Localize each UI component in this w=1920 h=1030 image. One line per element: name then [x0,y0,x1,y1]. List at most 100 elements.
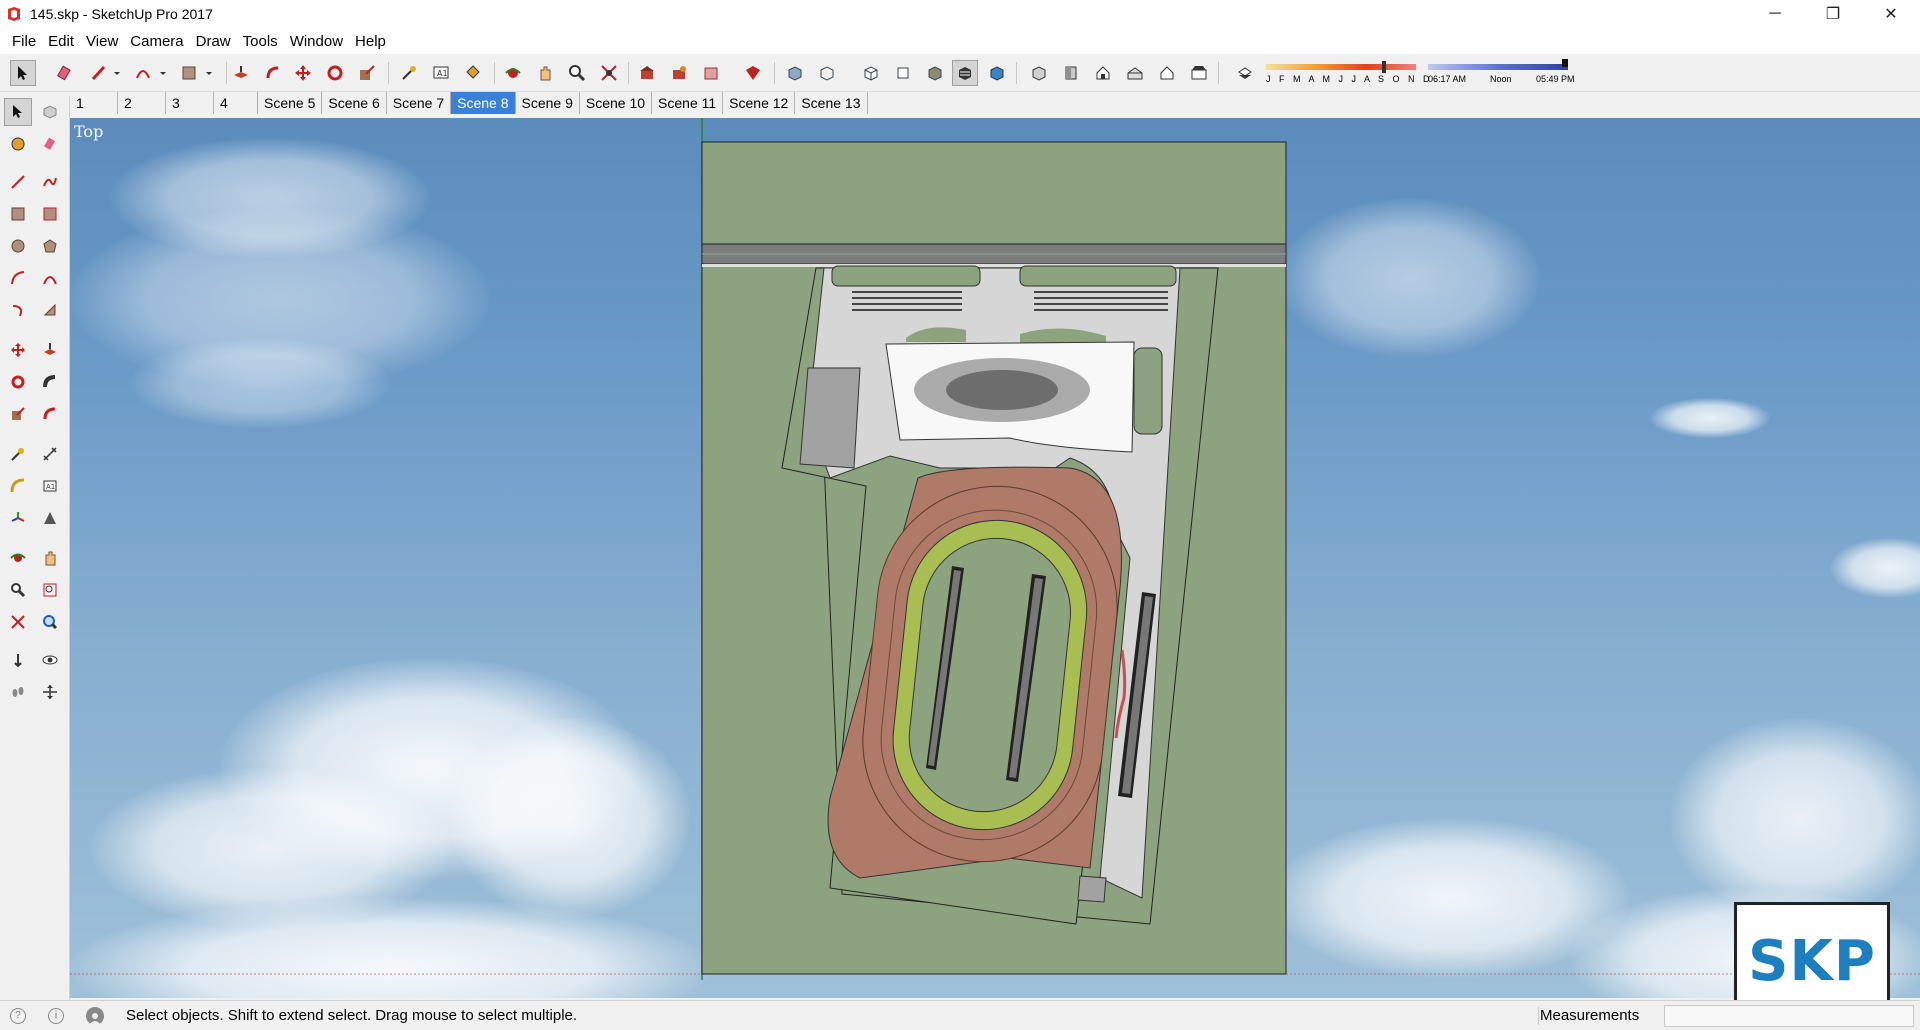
time-slider-track[interactable] [1428,64,1568,70]
move-icon[interactable] [4,336,32,364]
pie-icon[interactable] [36,296,64,324]
eraser-tool-icon[interactable] [52,60,78,86]
shaded-style-icon[interactable] [890,60,916,86]
paint-bucket-tool-icon[interactable] [460,60,486,86]
section-plane-icon[interactable] [36,678,64,706]
push-pull-tool-icon[interactable] [228,60,254,86]
zoom-extents-tool-icon[interactable] [596,60,622,86]
scene-tab[interactable]: Scene 9 [516,92,580,114]
monochrome-style-icon[interactable] [952,60,978,86]
scene-tab[interactable]: Scene 12 [723,92,796,114]
pan-tool-icon[interactable] [532,60,558,86]
left-view-icon[interactable] [1186,60,1212,86]
top-view-icon[interactable] [1058,60,1084,86]
pan-icon[interactable] [36,544,64,572]
eraser-icon[interactable] [36,130,64,158]
menu-camera[interactable]: Camera [124,33,189,50]
scene-tab[interactable]: Scene 11 [652,92,724,114]
menu-edit[interactable]: Edit [42,33,80,50]
scene-tab[interactable]: 4 [214,92,258,114]
line-dropdown-icon[interactable] [104,60,130,86]
select-tool-icon[interactable] [10,60,36,86]
menu-view[interactable]: View [80,33,124,50]
scene-tab[interactable]: Scene 7 [387,92,452,114]
model-viewport[interactable]: Top [70,118,1920,998]
date-slider-track[interactable] [1266,64,1416,70]
scene-tab[interactable]: 2 [118,92,166,114]
position-camera-icon[interactable] [4,646,32,674]
zoom-extents-icon[interactable] [4,608,32,636]
zoom-icon[interactable] [4,576,32,604]
3d-warehouse-icon[interactable] [634,60,660,86]
xray-style-icon[interactable] [782,60,808,86]
two-point-arc-icon[interactable] [36,264,64,292]
tape-measure-tool-icon[interactable] [396,60,422,86]
select-icon[interactable] [4,98,32,126]
tape-measure-icon[interactable] [4,440,32,468]
offset-icon[interactable] [36,400,64,428]
user-account-icon[interactable] [86,1006,104,1025]
scene-tab[interactable]: 3 [166,92,214,114]
circle-icon[interactable] [4,232,32,260]
restore-button[interactable]: ❐ [1804,0,1862,28]
freehand-icon[interactable] [36,168,64,196]
shape-dropdown-icon[interactable] [196,60,222,86]
wireframe-style-icon[interactable] [814,60,840,86]
rotated-rectangle-icon[interactable] [36,200,64,228]
time-slider-thumb[interactable] [1562,59,1568,67]
look-around-icon[interactable] [36,646,64,674]
extension-warehouse-icon[interactable] [740,60,766,86]
follow-me-icon[interactable] [36,368,64,396]
axes-icon[interactable] [4,504,32,532]
iso-view-icon[interactable] [1026,60,1052,86]
date-slider-thumb[interactable] [1382,61,1386,73]
menu-help[interactable]: Help [349,33,392,50]
measurements-input[interactable] [1664,1005,1914,1027]
zoom-window-icon[interactable] [36,576,64,604]
three-point-arc-icon[interactable] [4,296,32,324]
rotate-tool-icon[interactable] [322,60,348,86]
zoom-tool-icon[interactable] [564,60,590,86]
credits-icon[interactable]: i [48,1007,64,1024]
push-pull-icon[interactable] [36,336,64,364]
text-tool-icon[interactable]: A1 [428,60,454,86]
front-view-icon[interactable] [1090,60,1116,86]
rectangle-icon[interactable] [4,200,32,228]
color-by-axis-style-icon[interactable] [984,60,1010,86]
hidden-line-style-icon[interactable] [858,60,884,86]
orbit-icon[interactable] [4,544,32,572]
offset-tool-icon[interactable] [260,60,286,86]
scene-tab[interactable]: Scene 5 [258,92,323,114]
close-button[interactable]: ✕ [1862,0,1920,28]
scene-tab-active[interactable]: Scene 8 [451,92,516,114]
menu-tools[interactable]: Tools [237,33,284,50]
right-view-icon[interactable] [1122,60,1148,86]
minimize-button[interactable]: ─ [1746,0,1804,28]
scene-tab[interactable]: Scene 6 [322,92,387,114]
back-view-icon[interactable] [1154,60,1180,86]
scene-tab[interactable]: Scene 13 [795,92,868,114]
shadows-toggle-icon[interactable] [1232,60,1258,86]
menu-draw[interactable]: Draw [190,33,237,50]
geolocation-icon[interactable]: ? [10,1007,26,1024]
orbit-tool-icon[interactable] [500,60,526,86]
text-icon[interactable]: A1 [36,472,64,500]
shaded-textures-style-icon[interactable] [922,60,948,86]
previous-view-icon[interactable] [36,608,64,636]
3d-text-icon[interactable] [36,504,64,532]
site-plan-model[interactable] [70,118,1920,998]
scene-tab[interactable]: 1 [70,92,118,114]
dimension-icon[interactable] [36,440,64,468]
share-model-icon[interactable] [666,60,692,86]
annex-building[interactable] [799,367,861,469]
share-component-icon[interactable] [698,60,724,86]
make-component-icon[interactable] [36,98,64,126]
rotate-icon[interactable] [4,368,32,396]
walk-icon[interactable] [4,678,32,706]
line-icon[interactable] [4,168,32,196]
scale-tool-icon[interactable] [354,60,380,86]
polygon-icon[interactable] [36,232,64,260]
scale-icon[interactable] [4,400,32,428]
move-tool-icon[interactable] [290,60,316,86]
paint-bucket-icon[interactable] [4,130,32,158]
